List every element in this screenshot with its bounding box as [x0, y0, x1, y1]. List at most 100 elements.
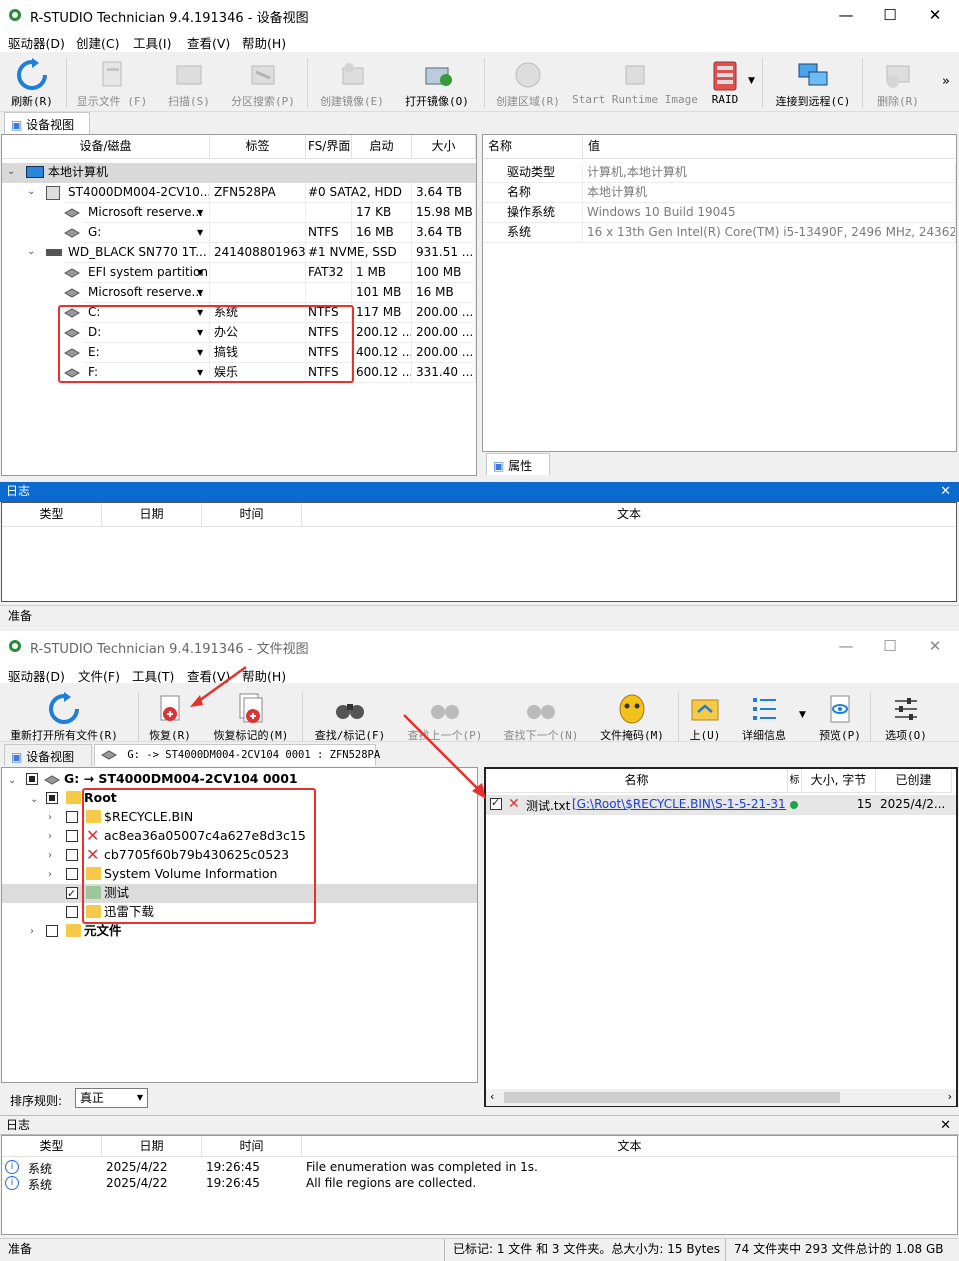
tree-node-selected[interactable]: 测试 — [2, 884, 477, 903]
tree-node-root[interactable]: ⌄ Root — [2, 789, 477, 808]
device-row-local[interactable]: ⌄ 本地计算机 — [2, 163, 476, 183]
col-file-name[interactable]: 名称 — [486, 769, 788, 793]
expand-icon[interactable]: › — [30, 923, 34, 941]
device-row[interactable]: Microsoft reserve... ▼ 17 KB 15.98 MB — [2, 203, 476, 223]
dropdown-icon[interactable]: ▼ — [197, 223, 203, 242]
col-fs[interactable]: FS/界面 — [306, 135, 352, 159]
find-previous-button[interactable]: 查找上一个(P) — [408, 690, 482, 746]
show-files-button[interactable]: 显示文件 (F) — [77, 56, 147, 112]
device-row[interactable]: E: ▼ 搞钱 NTFS 400.12 ... 200.00 ... — [2, 343, 476, 363]
file-mask-button[interactable]: 文件掩码(M) — [600, 690, 664, 746]
tree-checkbox[interactable] — [66, 906, 78, 918]
col-device[interactable]: 设备/磁盘 — [2, 135, 210, 159]
tree-node[interactable]: › ✕ ac8ea36a05007c4a627e8d3c15 — [2, 827, 477, 846]
tab-device-view[interactable]: ▣ 设备视图 — [4, 744, 92, 766]
device-row[interactable]: ⌄ WD_BLACK SN770 1T... 241408801963 #1 N… — [2, 243, 476, 263]
refresh-button[interactable]: 刷新(R) — [8, 56, 56, 112]
tree-node[interactable]: › $RECYCLE.BIN — [2, 808, 477, 827]
tree-checkbox[interactable] — [66, 811, 78, 823]
col-size[interactable]: 大小 — [412, 135, 476, 159]
device-row[interactable]: ⌄ ST4000DM004-2CV10... ZFN528PA #0 SATA2… — [2, 183, 476, 203]
options-button[interactable]: 选项(O) — [884, 690, 928, 746]
close-log-icon[interactable]: ✕ — [940, 1116, 951, 1135]
dropdown-icon[interactable]: ▼ — [197, 283, 203, 302]
menu-view[interactable]: 查看(V) — [187, 666, 230, 685]
menu-help[interactable]: 帮助(H) — [242, 33, 286, 52]
dropdown-icon[interactable]: ▼ — [197, 203, 203, 222]
connect-remote-button[interactable]: 连接到远程(C) — [776, 56, 850, 112]
log-col-time[interactable]: 时间 — [202, 1136, 302, 1157]
scan-button[interactable]: 扫描(S) — [162, 56, 216, 112]
tab-properties[interactable]: ▣ 属性 — [486, 453, 550, 475]
log-col-text[interactable]: 文本 — [302, 1136, 957, 1157]
tree-checkbox[interactable] — [66, 849, 78, 861]
tree-checkbox[interactable] — [26, 773, 38, 785]
expand-icon[interactable]: › — [48, 847, 52, 865]
col-prop-value[interactable]: 值 — [583, 135, 956, 159]
tree-node[interactable]: 迅雷下载 — [2, 903, 477, 922]
up-button[interactable]: 上(U) — [688, 690, 722, 746]
device-row[interactable]: F: ▼ 娱乐 NTFS 600.12 ... 331.40 ... — [2, 363, 476, 383]
menu-help[interactable]: 帮助(H) — [242, 666, 286, 685]
delete-button[interactable]: 删除(R) — [876, 56, 920, 112]
close-icon[interactable]: ✕ — [925, 636, 945, 656]
tree-node[interactable]: › System Volume Information — [2, 865, 477, 884]
horizontal-scrollbar[interactable]: ‹ › — [486, 1089, 956, 1106]
device-row[interactable]: Microsoft reserve... ▼ 101 MB 16 MB — [2, 283, 476, 303]
col-file-size[interactable]: 大小, 字节 — [802, 769, 876, 793]
col-label[interactable]: 标签 — [210, 135, 306, 159]
tree-checkbox[interactable] — [46, 925, 58, 937]
log-col-time[interactable]: 时间 — [202, 503, 302, 527]
menu-tools[interactable]: 工具(T) — [132, 666, 174, 685]
log-col-text[interactable]: 文本 — [302, 503, 956, 527]
tree-node[interactable]: › ✕ cb7705f60b79b430625c0523 — [2, 846, 477, 865]
maximize-icon[interactable]: ☐ — [880, 5, 900, 25]
raid-dropdown-icon[interactable]: ▼ — [748, 76, 755, 86]
close-icon[interactable]: ✕ — [925, 5, 945, 25]
device-row[interactable]: D: ▼ 办公 NTFS 200.12 ... 200.00 ... — [2, 323, 476, 343]
find-next-button[interactable]: 查找下一个(N) — [504, 690, 578, 746]
scroll-left-icon[interactable]: ‹ — [490, 1090, 494, 1103]
menu-drive[interactable]: 驱动器(D) — [8, 33, 65, 52]
minimize-icon[interactable]: — — [836, 5, 856, 25]
col-created[interactable]: 已创建 — [876, 769, 952, 793]
partition-search-button[interactable]: 分区搜索(P) — [231, 56, 295, 112]
recover-marked-button[interactable]: 恢复标记的(M) — [214, 690, 288, 746]
create-region-button[interactable]: 创建区域(R) — [496, 56, 560, 112]
maximize-icon[interactable]: ☐ — [880, 636, 900, 656]
reopen-all-files-button[interactable]: 重新打开所有文件(R) — [10, 690, 118, 746]
view-dropdown-icon[interactable]: ▼ — [799, 710, 806, 720]
col-flag[interactable]: 标 — [788, 769, 802, 793]
tree-node[interactable]: › 元文件 — [2, 922, 477, 941]
menu-tools[interactable]: 工具(I) — [133, 33, 171, 52]
tree-checkbox[interactable] — [66, 868, 78, 880]
log-col-date[interactable]: 日期 — [102, 503, 202, 527]
file-row[interactable]: ✕ 测试.txt [G:\Root\$RECYCLE.BIN\S-1-5-21-… — [486, 795, 956, 815]
log-col-type[interactable]: 类型 — [2, 1136, 102, 1157]
dropdown-icon[interactable]: ▼ — [197, 343, 203, 362]
col-start[interactable]: 启动 — [352, 135, 412, 159]
collapse-icon[interactable]: ⌄ — [7, 166, 15, 177]
tree-checkbox[interactable] — [66, 885, 78, 903]
expand-icon[interactable]: › — [48, 828, 52, 846]
tree-node-drive[interactable]: ⌄ G: → ST4000DM004-2CV104 0001 — [2, 770, 477, 789]
file-path-link[interactable]: [G:\Root\$RECYCLE.BIN\S-1-5-21-31( — [572, 797, 786, 811]
menu-view[interactable]: 查看(V) — [187, 33, 230, 52]
col-prop-name[interactable]: 名称 — [483, 135, 583, 159]
dropdown-icon[interactable]: ▼ — [197, 323, 203, 342]
menu-file[interactable]: 文件(F) — [78, 666, 120, 685]
close-log-icon[interactable]: ✕ — [940, 482, 951, 501]
collapse-icon[interactable]: ⌄ — [8, 772, 16, 790]
details-button[interactable]: 详细信息 — [740, 690, 788, 746]
device-row[interactable]: EFI system partition ▼ FAT32 1 MB 100 MB — [2, 263, 476, 283]
preview-button[interactable]: 预览(P) — [818, 690, 862, 746]
tab-file-view[interactable]: G: -> ST4000DM004-2CV104 0001 : ZFN528PA — [94, 744, 380, 766]
device-row[interactable]: G: ▼ NTFS 16 MB 3.64 TB — [2, 223, 476, 243]
minimize-icon[interactable]: — — [836, 636, 856, 656]
scrollbar-thumb[interactable] — [504, 1092, 840, 1103]
tree-checkbox[interactable] — [66, 830, 78, 842]
raid-button[interactable]: RAID — [708, 56, 742, 112]
create-image-button[interactable]: 创建镜像(E) — [320, 56, 384, 112]
dropdown-icon[interactable]: ▼ — [197, 263, 203, 282]
dropdown-icon[interactable]: ▼ — [197, 303, 203, 322]
